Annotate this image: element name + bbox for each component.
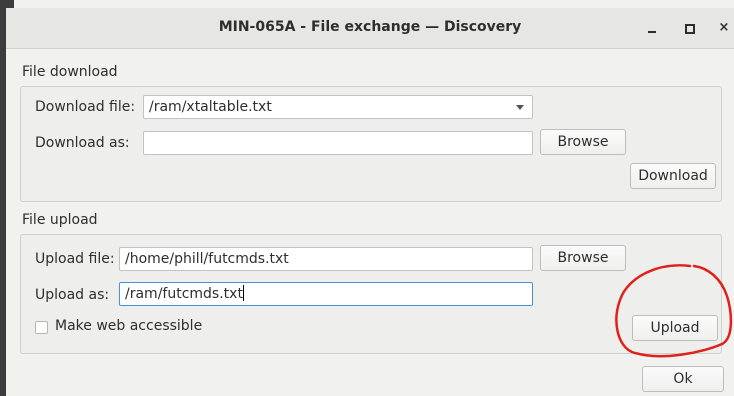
- title-bar[interactable]: MIN-065A - File exchange — Discovery ×: [6, 8, 734, 49]
- close-icon[interactable]: ×: [712, 16, 734, 40]
- download-file-value: /ram/xtaltable.txt: [149, 99, 272, 115]
- text-caret: [242, 285, 244, 301]
- upload-file-value: /home/phill/futcmds.txt: [125, 251, 289, 267]
- download-group: Download file: /ram/xtaltable.txt Downlo…: [20, 86, 722, 202]
- upload-file-input[interactable]: /home/phill/futcmds.txt: [119, 247, 533, 271]
- upload-browse-button[interactable]: Browse: [540, 245, 626, 271]
- ok-button[interactable]: Ok: [642, 366, 724, 392]
- download-file-combo[interactable]: /ram/xtaltable.txt: [143, 95, 533, 119]
- upload-as-label: Upload as:: [35, 287, 110, 303]
- maximize-icon[interactable]: [678, 16, 702, 40]
- download-as-input[interactable]: [143, 131, 533, 155]
- upload-as-value: /ram/futcmds.txt: [125, 286, 243, 302]
- download-file-label: Download file:: [35, 99, 136, 115]
- upload-group: Upload file: /home/phill/futcmds.txt Bro…: [20, 234, 722, 354]
- chevron-down-icon: [516, 105, 524, 110]
- download-button[interactable]: Download: [630, 163, 716, 189]
- upload-as-input[interactable]: /ram/futcmds.txt: [119, 282, 533, 306]
- web-accessible-label[interactable]: Make web accessible: [55, 318, 202, 334]
- upload-file-label: Upload file:: [35, 251, 115, 267]
- window-left-edge: [0, 0, 6, 396]
- download-browse-button[interactable]: Browse: [540, 129, 626, 155]
- minimize-icon[interactable]: [640, 16, 664, 40]
- download-section-label: File download: [22, 64, 118, 80]
- web-accessible-checkbox[interactable]: [35, 321, 48, 334]
- download-as-label: Download as:: [35, 135, 130, 151]
- upload-section-label: File upload: [22, 212, 98, 228]
- window-title: MIN-065A - File exchange — Discovery: [218, 19, 522, 35]
- window-top-edge: [0, 0, 14, 8]
- upload-button[interactable]: Upload: [632, 315, 718, 341]
